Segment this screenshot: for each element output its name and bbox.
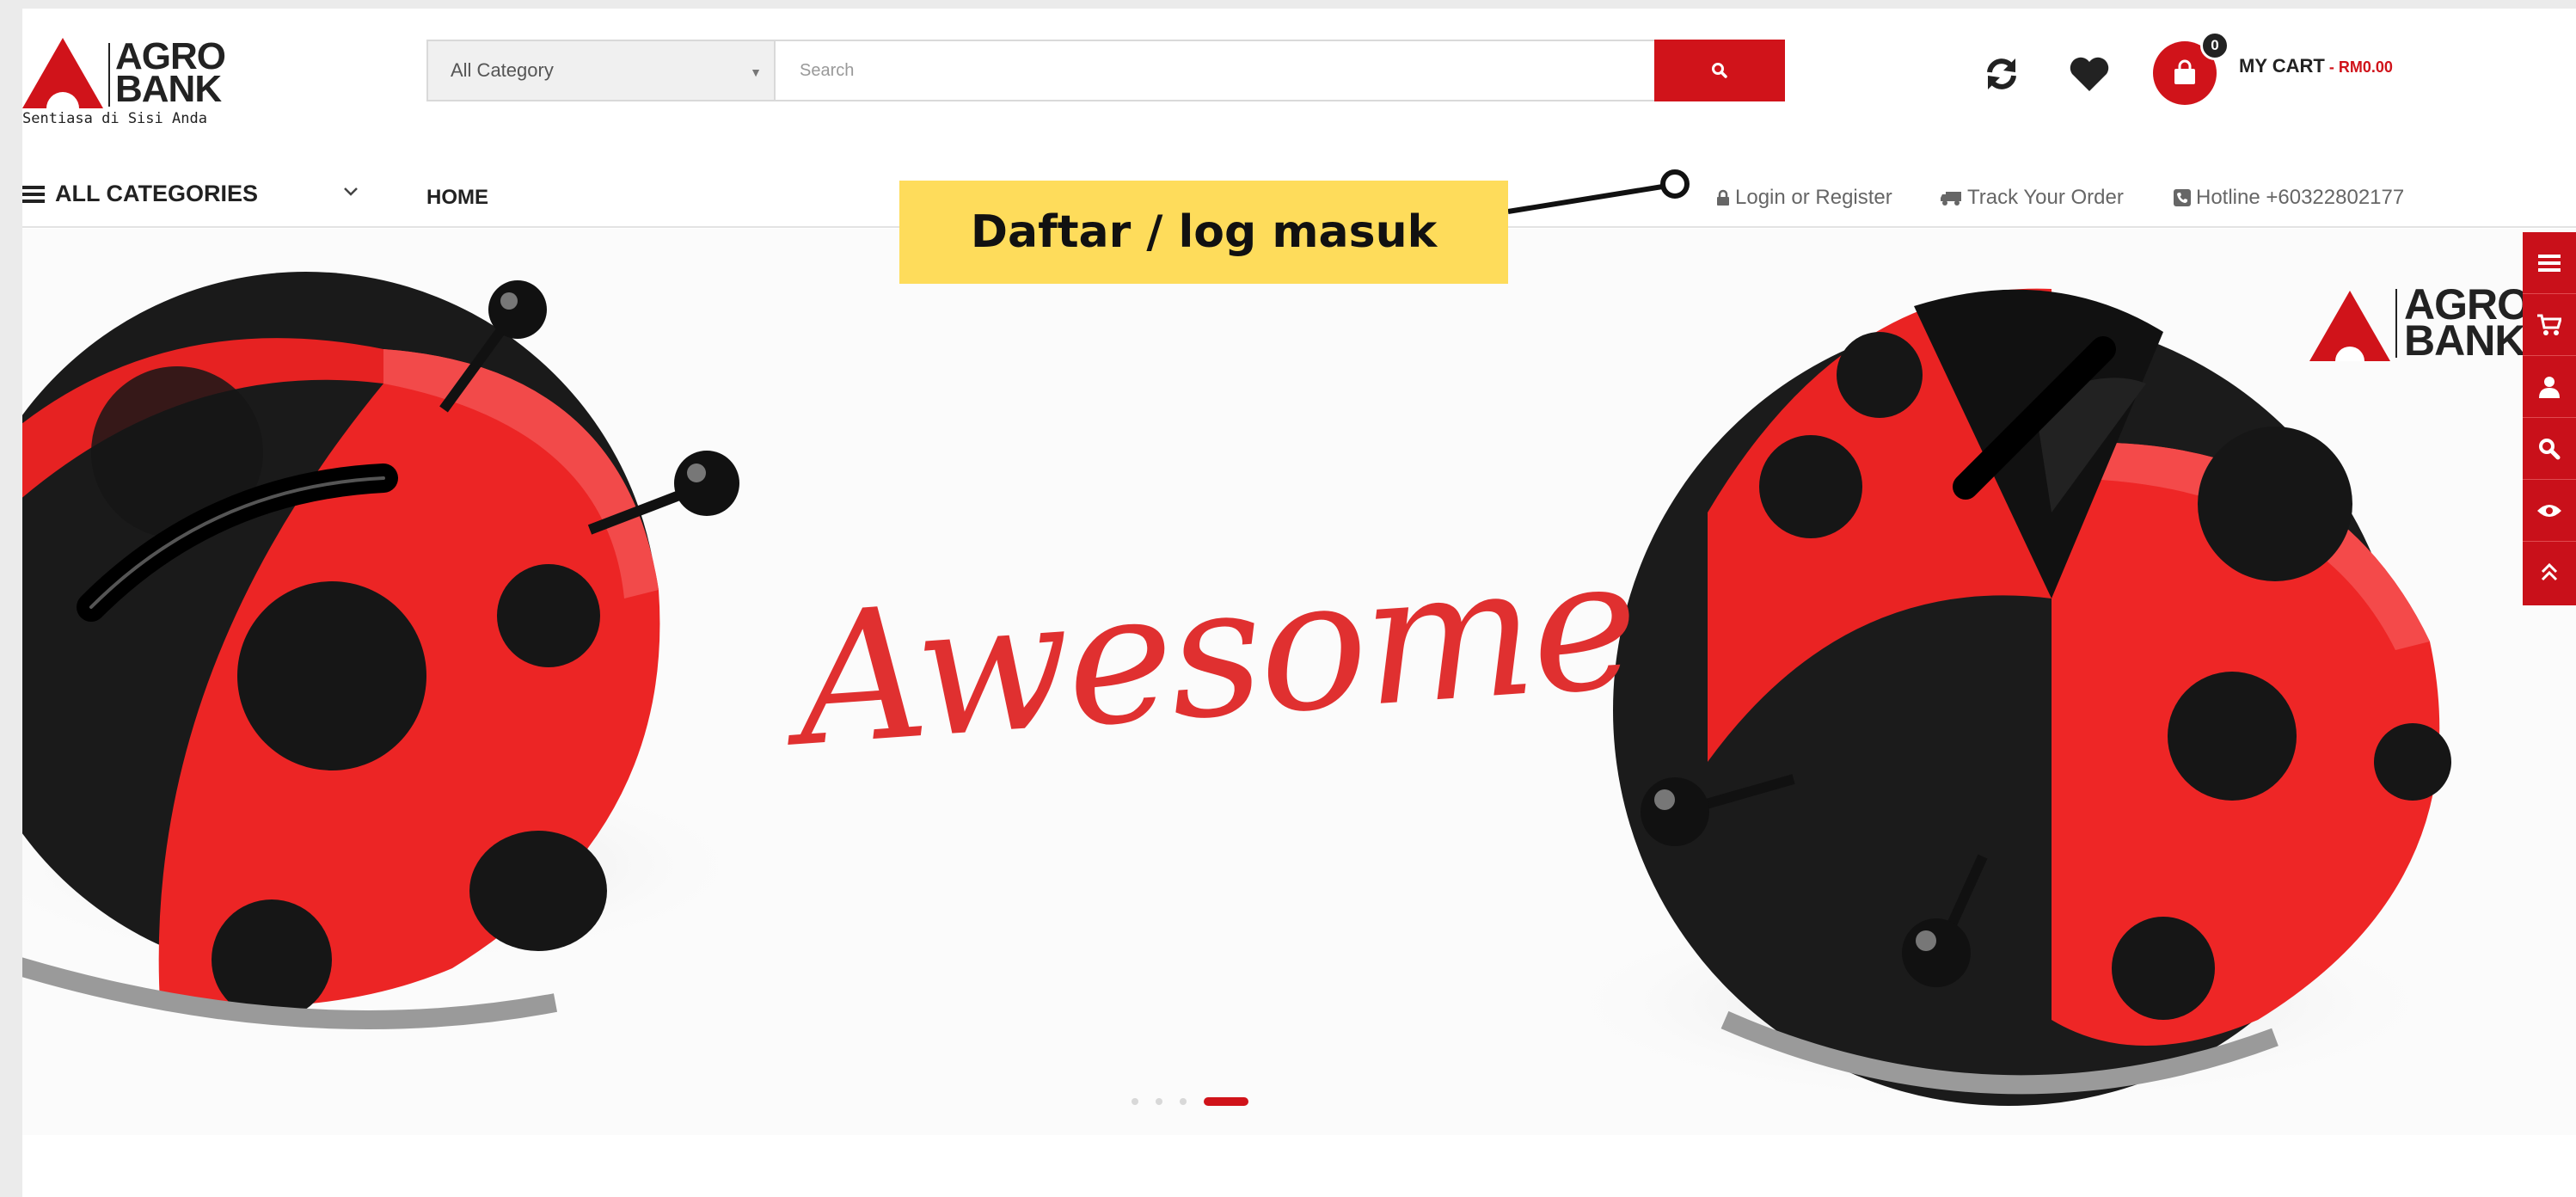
search-input[interactable] — [786, 41, 1611, 100]
sidebar-back-to-top-button[interactable] — [2523, 542, 2576, 604]
login-register-link[interactable]: Login or Register — [1716, 186, 1892, 210]
logo-bank-text: BANK — [115, 68, 222, 110]
annotation-callout: Daftar / log masuk — [899, 181, 1508, 284]
page: AGRO BANK Sentiasa di Sisi Anda All Cate… — [22, 9, 2576, 1197]
caret-down-icon: ▼ — [750, 65, 762, 79]
shopping-bag-icon — [2174, 59, 2195, 84]
slide-dot[interactable] — [1180, 1098, 1187, 1105]
search-button[interactable] — [1654, 40, 1785, 101]
search-icon — [2539, 438, 2561, 459]
compare-refresh-button[interactable] — [1981, 53, 2022, 95]
eye-icon — [2537, 504, 2561, 517]
slide-dot[interactable] — [1156, 1098, 1162, 1105]
slide-dot-active[interactable] — [1204, 1097, 1248, 1106]
hero-logo-divider — [2395, 289, 2397, 358]
category-select-value: All Category — [451, 59, 554, 81]
refresh-icon — [1987, 58, 2016, 89]
hero-banner[interactable]: Awesome AGRO BANK — [22, 229, 2576, 1135]
cart-label: MY CART — [2239, 55, 2325, 77]
cart-amount: - RM0.00 — [2324, 58, 2393, 76]
heart-icon — [2070, 57, 2109, 91]
hotline-label: Hotline +60322802177 — [2196, 186, 2405, 209]
hero-agrobank-logo: AGRO BANK — [2309, 283, 2530, 368]
sidebar-search-button[interactable] — [2523, 418, 2576, 480]
agrobank-logo[interactable]: AGRO BANK Sentiasa di Sisi Anda — [22, 34, 246, 138]
all-categories-label: ALL CATEGORIES — [55, 181, 259, 206]
track-order-label: Track Your Order — [1967, 186, 2124, 209]
user-icon — [2539, 376, 2560, 398]
truck-icon — [1941, 192, 1961, 206]
nav-home-link[interactable]: HOME — [426, 186, 488, 210]
cart-count-badge: 0 — [2200, 31, 2229, 60]
menu-icon — [2538, 254, 2561, 272]
wishlist-button[interactable] — [2067, 52, 2112, 96]
slider-pagination — [1132, 1097, 1248, 1106]
chevron-down-icon[interactable] — [340, 181, 361, 201]
phone-icon — [2174, 189, 2191, 206]
logo-triangle-icon — [2309, 291, 2390, 361]
logo-divider — [108, 43, 110, 107]
search-bar: All Category ▼ — [426, 40, 1785, 101]
floating-sidebar — [2523, 232, 2576, 605]
hamburger-icon — [22, 185, 45, 203]
all-categories-menu[interactable]: ALL CATEGORIES — [22, 181, 258, 207]
my-cart-link[interactable]: MY CART - RM0.00 — [2239, 55, 2393, 77]
slide-dot[interactable] — [1132, 1098, 1138, 1105]
hero-logo-bank-text: BANK — [2404, 316, 2525, 365]
hotline-link[interactable]: Hotline +60322802177 — [2174, 186, 2404, 210]
sidebar-recently-viewed-button[interactable] — [2523, 480, 2576, 542]
arrow-up-icon — [2541, 562, 2558, 581]
logo-triangle-icon — [22, 38, 103, 108]
sidebar-account-button[interactable] — [2523, 356, 2576, 418]
logo-tagline: Sentiasa di Sisi Anda — [22, 110, 207, 127]
search-icon — [1712, 63, 1727, 78]
track-order-link[interactable]: Track Your Order — [1940, 186, 2124, 210]
lock-icon — [1717, 189, 1729, 206]
category-select[interactable]: All Category ▼ — [428, 41, 776, 100]
login-register-label: Login or Register — [1735, 186, 1892, 209]
cart-icon — [2537, 314, 2561, 335]
sidebar-cart-button[interactable] — [2523, 294, 2576, 356]
sidebar-menu-button[interactable] — [2523, 232, 2576, 294]
